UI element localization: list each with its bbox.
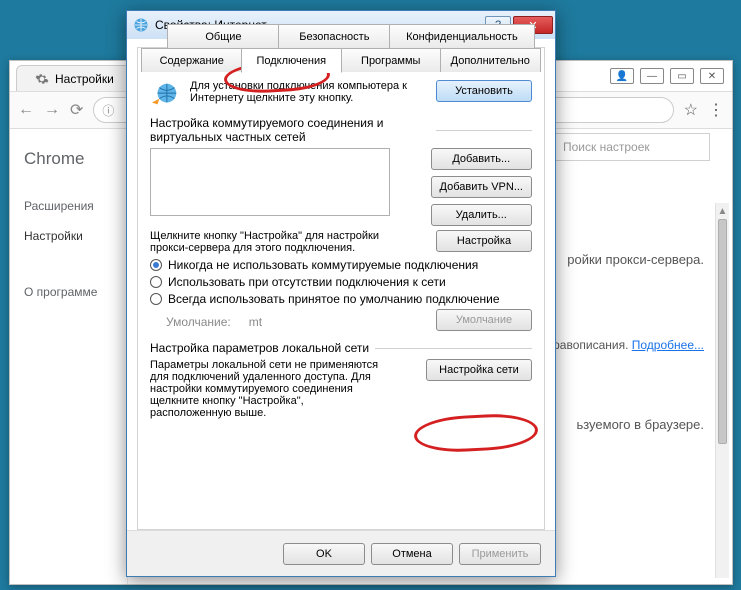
minimize-button[interactable]: — <box>640 68 664 84</box>
tab-security[interactable]: Безопасность <box>278 24 391 48</box>
setup-description: Для установки подключения компьютера к И… <box>190 80 426 104</box>
maximize-button[interactable]: ▭ <box>670 68 694 84</box>
dialup-section-label: Настройка коммутируемого соединения и ви… <box>150 116 430 144</box>
proxy-note: Щелкните кнопку "Настройка" для настройк… <box>150 230 390 254</box>
ok-button[interactable]: OK <box>283 543 365 565</box>
tab-content[interactable]: Содержание <box>141 48 243 72</box>
scrollbar-thumb[interactable] <box>718 219 727 444</box>
tab-general[interactable]: Общие <box>167 24 280 48</box>
lan-section-label: Настройка параметров локальной сети <box>150 341 369 355</box>
tab-programs[interactable]: Программы <box>340 48 442 72</box>
tab-connections[interactable]: Подключения <box>241 48 343 73</box>
tab-title: Настройки <box>55 72 114 86</box>
reload-button[interactable]: ⟳ <box>70 100 83 120</box>
add-button[interactable]: Добавить... <box>431 148 532 170</box>
set-default-button[interactable]: Умолчание <box>436 309 532 331</box>
back-button[interactable]: ← <box>18 101 34 119</box>
sidebar-item-about[interactable]: О программе <box>24 277 127 307</box>
tab-advanced[interactable]: Дополнительно <box>440 48 542 72</box>
text-fragment-browser: ьзуемого в браузере. <box>576 417 704 432</box>
radio-never-dial[interactable]: Никогда не использовать коммутируемые по… <box>150 258 532 272</box>
settings-sidebar: Chrome Расширения Настройки О программе <box>10 129 128 584</box>
sidebar-item-extensions[interactable]: Расширения <box>24 191 127 221</box>
radio-icon <box>150 276 162 288</box>
internet-properties-dialog: Свойства: Интернет ? ✕ Общие Безопасност… <box>126 10 556 577</box>
default-value: mt <box>249 315 262 329</box>
radio-dial-no-network[interactable]: Использовать при отсутствии подключения … <box>150 275 532 289</box>
dialog-action-bar: OK Отмена Применить <box>127 530 555 576</box>
learn-more-link[interactable]: Подробнее... <box>632 338 704 352</box>
site-info-icon[interactable]: ⓘ <box>102 102 114 119</box>
app-name: Chrome <box>24 149 127 169</box>
radio-icon <box>150 259 162 271</box>
apply-button[interactable]: Применить <box>459 543 541 565</box>
user-icon[interactable]: 👤 <box>610 68 634 84</box>
lan-settings-button[interactable]: Настройка сети <box>426 359 532 381</box>
globe-wizard-icon <box>150 80 180 110</box>
default-label: Умолчание: <box>166 315 231 329</box>
close-button[interactable]: ✕ <box>700 68 724 84</box>
forward-button[interactable]: → <box>44 101 60 119</box>
search-input[interactable]: Поиск настроек <box>554 133 710 161</box>
browser-tab[interactable]: Настройки <box>16 65 133 91</box>
menu-icon[interactable]: ⋮ <box>708 100 724 120</box>
cancel-button[interactable]: Отмена <box>371 543 453 565</box>
star-icon[interactable]: ☆ <box>684 100 698 120</box>
tab-privacy[interactable]: Конфиденциальность <box>389 24 535 48</box>
radio-always-dial[interactable]: Всегда использовать принятое по умолчани… <box>150 292 532 306</box>
connections-listbox[interactable] <box>150 148 390 216</box>
lan-description: Параметры локальной сети не применяются … <box>150 359 388 419</box>
remove-button[interactable]: Удалить... <box>431 204 532 226</box>
radio-icon <box>150 293 162 305</box>
window-controls: 👤 — ▭ ✕ <box>610 68 724 84</box>
sidebar-item-settings[interactable]: Настройки <box>24 221 127 251</box>
text-fragment-spelling: и правописания. Подробнее... <box>537 337 704 352</box>
scrollbar[interactable]: ▲ <box>715 203 729 578</box>
tab-strip: Общие Безопасность Конфиденциальность Со… <box>138 24 544 72</box>
setup-button[interactable]: Установить <box>436 80 532 102</box>
add-vpn-button[interactable]: Добавить VPN... <box>431 176 532 198</box>
connections-panel: Для установки подключения компьютера к И… <box>150 80 532 523</box>
gear-icon <box>35 72 49 86</box>
dialog-pane: Общие Безопасность Конфиденциальность Со… <box>137 47 545 530</box>
scroll-up-icon[interactable]: ▲ <box>716 203 729 219</box>
connection-settings-button[interactable]: Настройка <box>436 230 532 252</box>
text-fragment-proxy: ройки прокси-сервера. <box>567 252 704 267</box>
